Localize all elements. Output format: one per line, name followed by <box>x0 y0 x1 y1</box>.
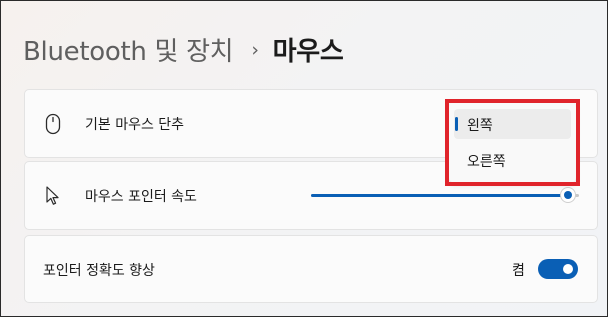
pointer-precision-setting-card: 포인터 정확도 향상 켬 <box>24 235 598 303</box>
slider-fill <box>311 194 569 197</box>
slider-thumb[interactable] <box>560 187 577 203</box>
dropdown-option-label: 왼쪽 <box>467 118 493 134</box>
settings-window: Bluetooth 및 장치 › 마우스 기본 마우스 단추 마우스 포인터 속… <box>0 0 608 317</box>
selected-indicator <box>455 117 458 131</box>
dropdown-option-right[interactable]: 오른쪽 <box>454 145 571 175</box>
mouse-icon <box>45 113 61 135</box>
primary-button-dropdown-menu: 왼쪽 오른쪽 <box>449 102 576 183</box>
pointer-precision-toggle[interactable] <box>538 259 578 279</box>
breadcrumb-parent-link[interactable]: Bluetooth 및 장치 <box>23 31 234 68</box>
pointer-precision-label: 포인터 정확도 향상 <box>43 263 155 279</box>
primary-button-label: 기본 마우스 단추 <box>85 117 185 133</box>
pointer-cursor-icon <box>46 186 59 205</box>
pointer-speed-label: 마우스 포인터 속도 <box>85 189 197 205</box>
pointer-speed-slider[interactable] <box>311 187 579 203</box>
breadcrumb-separator-icon: › <box>251 38 259 61</box>
toggle-state-text: 켬 <box>512 263 525 279</box>
toggle-knob <box>563 264 573 274</box>
dropdown-option-left[interactable]: 왼쪽 <box>454 109 571 139</box>
dropdown-option-label: 오른쪽 <box>467 154 506 170</box>
page-title: 마우스 <box>272 37 344 67</box>
breadcrumb: Bluetooth 및 장치 › 마우스 <box>23 31 344 68</box>
